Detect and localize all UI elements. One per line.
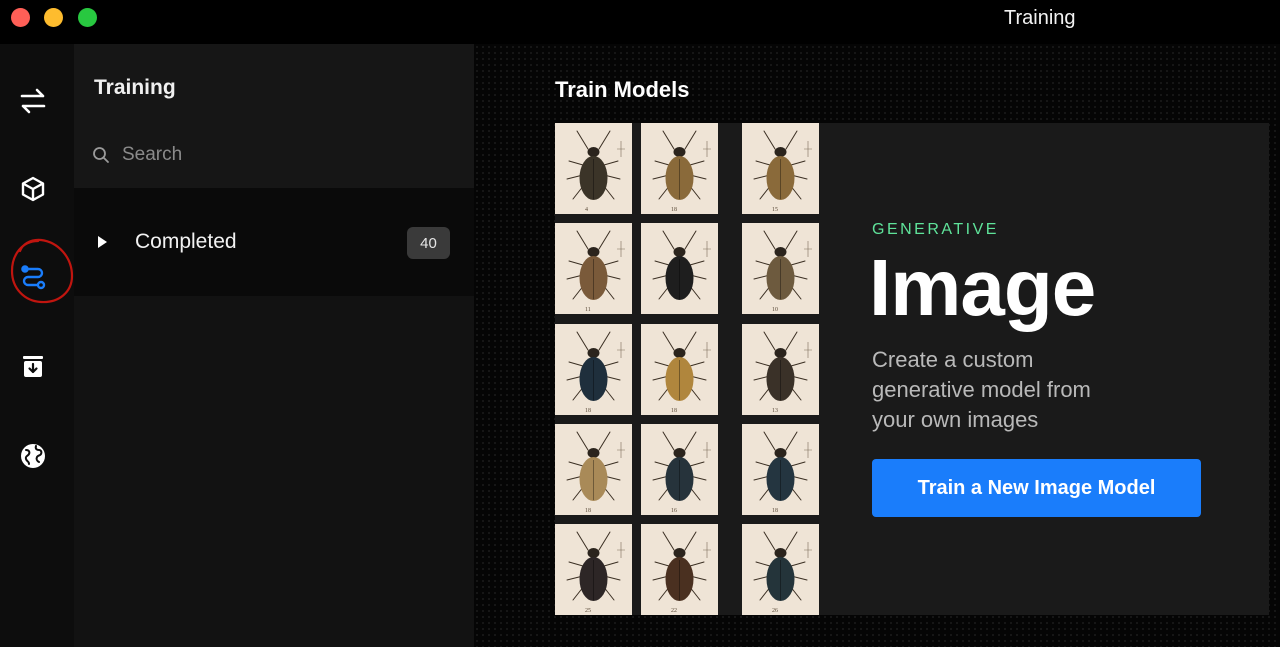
beetle-thumbnail: 11 (555, 223, 632, 314)
chevron-right-icon[interactable] (96, 235, 108, 249)
search-input[interactable] (122, 144, 422, 166)
train-new-image-model-button[interactable]: Train a New Image Model (872, 459, 1201, 517)
beetle-thumbnail: 25 (555, 524, 632, 615)
svg-text:15: 15 (772, 207, 778, 213)
sidebar: Training Completed 40 (74, 44, 474, 647)
svg-text:18: 18 (671, 408, 677, 414)
beetle-thumbnail: 18 (641, 324, 718, 415)
sidebar-header: Training (74, 44, 474, 188)
globe-icon[interactable] (16, 439, 50, 473)
beetle-thumbnail: 18 (641, 123, 718, 214)
close-window-button[interactable] (11, 8, 30, 27)
beetle-thumbnail (641, 223, 718, 314)
beetle-thumbnail: 26 (742, 524, 819, 615)
beetle-thumbnail: 13 (742, 324, 819, 415)
window-title: Training (1004, 7, 1076, 29)
group-completed[interactable]: Completed 40 (74, 188, 474, 296)
svg-text:11: 11 (585, 307, 591, 313)
card-headline: Image (869, 243, 1096, 332)
beetle-thumbnail: 22 (641, 524, 718, 615)
card-description: Create a custom generative model from yo… (872, 347, 1091, 432)
search-box (92, 142, 452, 168)
download-box-icon[interactable] (16, 350, 50, 384)
minimize-window-button[interactable] (44, 8, 63, 27)
search-icon (93, 147, 109, 163)
svg-text:18: 18 (671, 207, 677, 213)
cube-icon[interactable] (16, 172, 50, 206)
main-panel: Train Models 4 18 15 11 10 18 18 13 18 16 18 25 22 26… (474, 44, 1280, 647)
beetle-thumbnail: 18 (555, 424, 632, 515)
svg-text:18: 18 (585, 408, 591, 414)
zoom-window-button[interactable] (78, 8, 97, 27)
svg-text:25: 25 (585, 608, 591, 614)
icon-rail (0, 44, 74, 647)
beetle-thumbnail: 18 (555, 324, 632, 415)
svg-text:26: 26 (772, 608, 778, 614)
swap-icon[interactable] (16, 84, 50, 118)
title-bar: Training (0, 0, 1280, 44)
svg-text:22: 22 (671, 608, 677, 614)
svg-text:16: 16 (671, 508, 677, 514)
count-badge: 40 (407, 227, 450, 259)
beetle-thumbnail: 15 (742, 123, 819, 214)
sidebar-title: Training (94, 76, 176, 99)
beetle-thumbnail: 18 (742, 424, 819, 515)
svg-text:13: 13 (772, 408, 778, 414)
image-model-card: 4 18 15 11 10 18 18 13 18 16 18 25 22 26 GENERATIVE I… (555, 123, 1269, 615)
group-label: Completed (135, 230, 237, 253)
svg-text:10: 10 (772, 307, 778, 313)
svg-text:18: 18 (585, 508, 591, 514)
red-circle-annotation (10, 238, 74, 304)
page-title: Train Models (555, 77, 690, 102)
svg-text:4: 4 (585, 207, 588, 213)
beetle-thumbnail: 10 (742, 223, 819, 314)
svg-text:18: 18 (772, 508, 778, 514)
beetle-thumbnail: 16 (641, 424, 718, 515)
card-eyebrow: GENERATIVE (872, 221, 999, 238)
beetle-thumbnail: 4 (555, 123, 632, 214)
